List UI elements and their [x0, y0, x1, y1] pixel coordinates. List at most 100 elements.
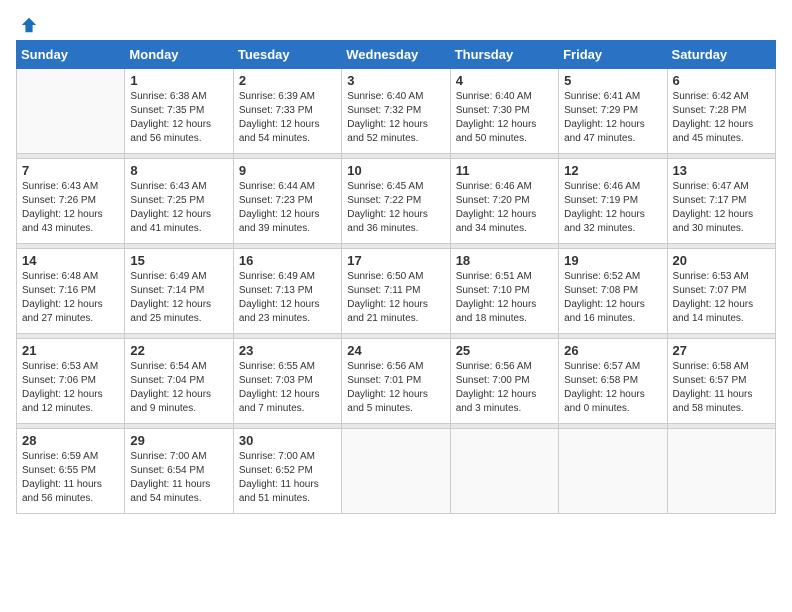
calendar-cell: 26 Sunrise: 6:57 AM Sunset: 6:58 PM Dayli… — [559, 339, 667, 424]
day-number: 29 — [130, 433, 227, 448]
day-number: 4 — [456, 73, 553, 88]
calendar-cell: 6 Sunrise: 6:42 AM Sunset: 7:28 PM Daylig… — [667, 69, 775, 154]
day-info: Sunrise: 6:39 AM Sunset: 7:33 PM Dayligh… — [239, 90, 336, 146]
day-info: Sunrise: 6:49 AM Sunset: 7:13 PM Dayligh… — [239, 270, 336, 326]
calendar-cell: 19 Sunrise: 6:52 AM Sunset: 7:08 PM Dayli… — [559, 249, 667, 334]
weekday-header-row: SundayMondayTuesdayWednesdayThursdayFrid… — [17, 41, 776, 69]
day-info: Sunrise: 7:00 AM Sunset: 6:54 PM Dayligh… — [130, 450, 227, 506]
calendar-cell — [667, 429, 775, 514]
day-number: 7 — [22, 163, 119, 178]
day-number: 19 — [564, 253, 661, 268]
calendar-cell: 8 Sunrise: 6:43 AM Sunset: 7:25 PM Daylig… — [125, 159, 233, 244]
page-header — [16, 16, 776, 30]
day-number: 5 — [564, 73, 661, 88]
weekday-header-thursday: Thursday — [450, 41, 558, 69]
day-number: 8 — [130, 163, 227, 178]
day-number: 17 — [347, 253, 444, 268]
weekday-header-wednesday: Wednesday — [342, 41, 450, 69]
day-info: Sunrise: 6:57 AM Sunset: 6:58 PM Dayligh… — [564, 360, 661, 416]
day-number: 3 — [347, 73, 444, 88]
day-info: Sunrise: 6:54 AM Sunset: 7:04 PM Dayligh… — [130, 360, 227, 416]
calendar-cell: 20 Sunrise: 6:53 AM Sunset: 7:07 PM Dayli… — [667, 249, 775, 334]
day-info: Sunrise: 6:41 AM Sunset: 7:29 PM Dayligh… — [564, 90, 661, 146]
weekday-header-tuesday: Tuesday — [233, 41, 341, 69]
day-number: 18 — [456, 253, 553, 268]
day-number: 14 — [22, 253, 119, 268]
day-info: Sunrise: 6:47 AM Sunset: 7:17 PM Dayligh… — [673, 180, 770, 236]
calendar-table: SundayMondayTuesdayWednesdayThursdayFrid… — [16, 40, 776, 514]
week-row-3: 21Sunrise: 6:53 AM Sunset: 7:06 PM Dayli… — [17, 339, 776, 424]
calendar-cell — [17, 69, 125, 154]
day-info: Sunrise: 7:00 AM Sunset: 6:52 PM Dayligh… — [239, 450, 336, 506]
logo — [16, 16, 38, 30]
calendar-cell: 14 Sunrise: 6:48 AM Sunset: 7:16 PM Dayli… — [17, 249, 125, 334]
calendar-cell: 1 Sunrise: 6:38 AM Sunset: 7:35 PM Daylig… — [125, 69, 233, 154]
day-info: Sunrise: 6:40 AM Sunset: 7:30 PM Dayligh… — [456, 90, 553, 146]
day-number: 13 — [673, 163, 770, 178]
calendar-cell: 7 Sunrise: 6:43 AM Sunset: 7:26 PM Daylig… — [17, 159, 125, 244]
day-info: Sunrise: 6:51 AM Sunset: 7:10 PM Dayligh… — [456, 270, 553, 326]
day-number: 1 — [130, 73, 227, 88]
calendar-cell: 4 Sunrise: 6:40 AM Sunset: 7:30 PM Daylig… — [450, 69, 558, 154]
calendar-cell: 23Sunrise: 6:55 AM Sunset: 7:03 PM Dayli… — [233, 339, 341, 424]
day-number: 22 — [130, 343, 227, 358]
calendar-cell: 3 Sunrise: 6:40 AM Sunset: 7:32 PM Daylig… — [342, 69, 450, 154]
day-info: Sunrise: 6:53 AM Sunset: 7:07 PM Dayligh… — [673, 270, 770, 326]
calendar-cell: 21Sunrise: 6:53 AM Sunset: 7:06 PM Dayli… — [17, 339, 125, 424]
week-row-1: 7 Sunrise: 6:43 AM Sunset: 7:26 PM Daylig… — [17, 159, 776, 244]
day-number: 2 — [239, 73, 336, 88]
day-number: 11 — [456, 163, 553, 178]
week-row-4: 28 Sunrise: 6:59 AM Sunset: 6:55 PM Dayli… — [17, 429, 776, 514]
day-info: Sunrise: 6:46 AM Sunset: 7:19 PM Dayligh… — [564, 180, 661, 236]
day-info: Sunrise: 6:45 AM Sunset: 7:22 PM Dayligh… — [347, 180, 444, 236]
day-info: Sunrise: 6:52 AM Sunset: 7:08 PM Dayligh… — [564, 270, 661, 326]
day-number: 25 — [456, 343, 553, 358]
day-number: 24 — [347, 343, 444, 358]
day-number: 10 — [347, 163, 444, 178]
day-number: 6 — [673, 73, 770, 88]
day-info: Sunrise: 6:40 AM Sunset: 7:32 PM Dayligh… — [347, 90, 444, 146]
day-number: 26 — [564, 343, 661, 358]
week-row-0: 1 Sunrise: 6:38 AM Sunset: 7:35 PM Daylig… — [17, 69, 776, 154]
calendar-cell — [342, 429, 450, 514]
day-number: 30 — [239, 433, 336, 448]
day-number: 28 — [22, 433, 119, 448]
day-info: Sunrise: 6:59 AM Sunset: 6:55 PM Dayligh… — [22, 450, 119, 506]
day-info: Sunrise: 6:56 AM Sunset: 7:01 PM Dayligh… — [347, 360, 444, 416]
day-number: 12 — [564, 163, 661, 178]
week-row-2: 14 Sunrise: 6:48 AM Sunset: 7:16 PM Dayli… — [17, 249, 776, 334]
calendar-cell: 16Sunrise: 6:49 AM Sunset: 7:13 PM Dayli… — [233, 249, 341, 334]
calendar-cell — [450, 429, 558, 514]
day-info: Sunrise: 6:48 AM Sunset: 7:16 PM Dayligh… — [22, 270, 119, 326]
calendar-cell: 12 Sunrise: 6:46 AM Sunset: 7:19 PM Dayli… — [559, 159, 667, 244]
day-number: 27 — [673, 343, 770, 358]
day-info: Sunrise: 6:38 AM Sunset: 7:35 PM Dayligh… — [130, 90, 227, 146]
calendar-cell: 27 Sunrise: 6:58 AM Sunset: 6:57 PM Dayli… — [667, 339, 775, 424]
weekday-header-sunday: Sunday — [17, 41, 125, 69]
calendar-cell: 18 Sunrise: 6:51 AM Sunset: 7:10 PM Dayli… — [450, 249, 558, 334]
weekday-header-friday: Friday — [559, 41, 667, 69]
day-info: Sunrise: 6:49 AM Sunset: 7:14 PM Dayligh… — [130, 270, 227, 326]
day-info: Sunrise: 6:58 AM Sunset: 6:57 PM Dayligh… — [673, 360, 770, 416]
day-info: Sunrise: 6:43 AM Sunset: 7:26 PM Dayligh… — [22, 180, 119, 236]
day-number: 15 — [130, 253, 227, 268]
weekday-header-saturday: Saturday — [667, 41, 775, 69]
day-info: Sunrise: 6:56 AM Sunset: 7:00 PM Dayligh… — [456, 360, 553, 416]
calendar-cell — [559, 429, 667, 514]
calendar-cell: 25 Sunrise: 6:56 AM Sunset: 7:00 PM Dayli… — [450, 339, 558, 424]
calendar-cell: 17Sunrise: 6:50 AM Sunset: 7:11 PM Dayli… — [342, 249, 450, 334]
day-number: 20 — [673, 253, 770, 268]
calendar-cell: 10 Sunrise: 6:45 AM Sunset: 7:22 PM Dayli… — [342, 159, 450, 244]
calendar-cell: 22 Sunrise: 6:54 AM Sunset: 7:04 PM Dayli… — [125, 339, 233, 424]
calendar-cell: 28 Sunrise: 6:59 AM Sunset: 6:55 PM Dayli… — [17, 429, 125, 514]
day-number: 21 — [22, 343, 119, 358]
calendar-cell: 29 Sunrise: 7:00 AM Sunset: 6:54 PM Dayli… — [125, 429, 233, 514]
calendar-cell: 24 Sunrise: 6:56 AM Sunset: 7:01 PM Dayli… — [342, 339, 450, 424]
day-info: Sunrise: 6:43 AM Sunset: 7:25 PM Dayligh… — [130, 180, 227, 236]
day-info: Sunrise: 6:42 AM Sunset: 7:28 PM Dayligh… — [673, 90, 770, 146]
calendar-cell: 15 Sunrise: 6:49 AM Sunset: 7:14 PM Dayli… — [125, 249, 233, 334]
calendar-cell: 11Sunrise: 6:46 AM Sunset: 7:20 PM Dayli… — [450, 159, 558, 244]
calendar-cell: 5 Sunrise: 6:41 AM Sunset: 7:29 PM Daylig… — [559, 69, 667, 154]
day-info: Sunrise: 6:55 AM Sunset: 7:03 PM Dayligh… — [239, 360, 336, 416]
calendar-cell: 13 Sunrise: 6:47 AM Sunset: 7:17 PM Dayli… — [667, 159, 775, 244]
